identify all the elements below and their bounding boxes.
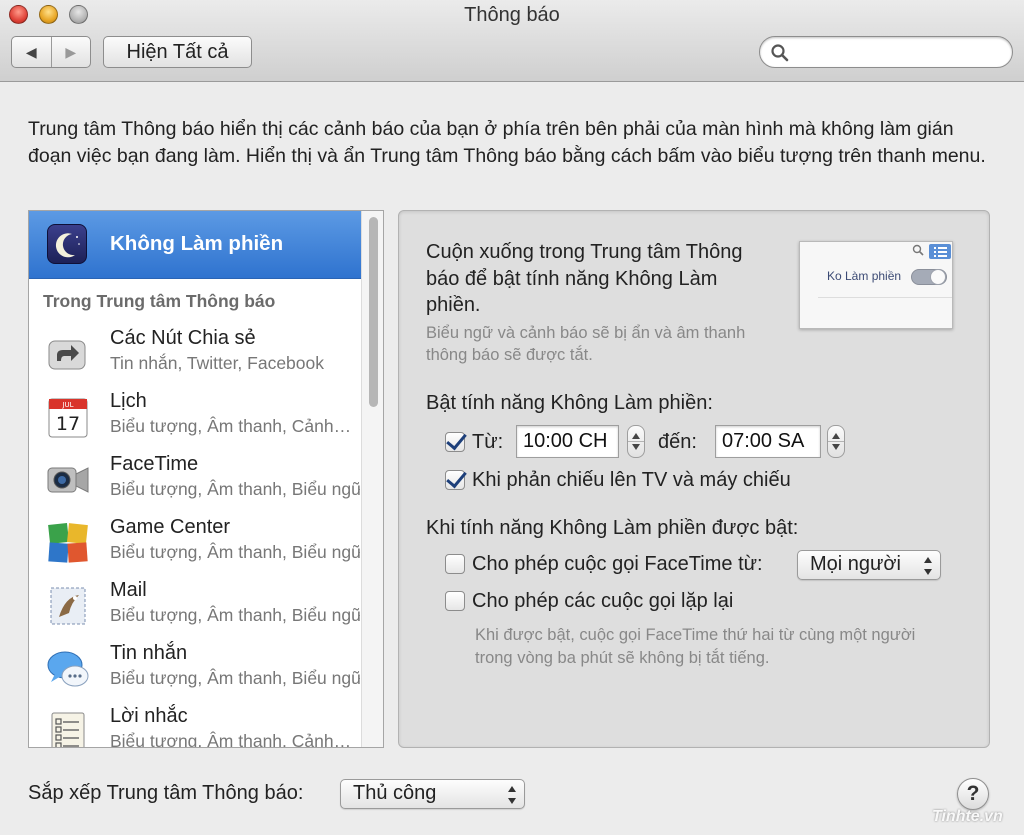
popup-value: Mọi người bbox=[810, 553, 901, 575]
repeat-note: Khi được bật, cuộc gọi FaceTime thứ hai … bbox=[475, 626, 916, 667]
mirroring-label: Khi phản chiếu lên TV và máy chiếu bbox=[472, 469, 791, 491]
description-text: Trung tâm Thông báo hiển thị các cảnh bá… bbox=[28, 118, 986, 167]
forward-arrow-icon: ▶ bbox=[65, 43, 77, 60]
back-forward-control: ◀ ▶ bbox=[11, 36, 91, 68]
window-title: Thông báo bbox=[464, 4, 560, 26]
from-label: Từ: bbox=[472, 431, 504, 453]
intro-text: Cuộn xuống trong Trung tâm Thông báo để … bbox=[426, 241, 743, 316]
app-subtitle: Biểu tượng, Âm thanh, Cảnh… bbox=[110, 416, 352, 436]
window-toolbar: Thông báo ◀ ▶ Hiện Tất cả bbox=[0, 0, 1024, 82]
app-subtitle: Tin nhắn, Twitter, Facebook bbox=[110, 353, 325, 373]
sidebar-item-facetime[interactable]: FaceTime Biểu tượng, Âm thanh, Biểu ngữ bbox=[29, 449, 362, 512]
allow-facetime-label: Cho phép cuộc gọi FaceTime từ: bbox=[472, 553, 763, 575]
to-time-field[interactable]: 07:00 SA bbox=[715, 425, 821, 458]
toggle-knob bbox=[930, 269, 946, 285]
sort-label: Sắp xếp Trung tâm Thông báo: bbox=[28, 782, 304, 804]
sort-order-popup[interactable]: Thủ công bbox=[340, 779, 525, 809]
back-button[interactable]: ◀ bbox=[12, 37, 51, 67]
moon-icon bbox=[47, 224, 87, 264]
sidebar-item-game-center[interactable]: Game Center Biểu tượng, Âm thanh, Biểu n… bbox=[29, 512, 362, 575]
app-list: Không Làm phiền Trong Trung tâm Thông bá… bbox=[28, 210, 384, 748]
list-icon bbox=[929, 244, 951, 259]
app-name: Game Center bbox=[110, 516, 231, 538]
popup-value: Thủ công bbox=[353, 782, 437, 804]
sidebar-item-mail[interactable]: Mail Biểu tượng, Âm thanh, Biểu ngữ bbox=[29, 575, 362, 638]
notification-center-preview: Ko Làm phiền bbox=[799, 241, 953, 329]
sidebar-item-messages[interactable]: Tin nhắn Biểu tượng, Âm thanh, Biểu ngữ bbox=[29, 638, 362, 701]
app-subtitle: Biểu tượng, Âm thanh, Cảnh… bbox=[110, 731, 352, 748]
watermark: Tinhte.vn bbox=[932, 808, 1003, 825]
app-name: Lời nhắc bbox=[110, 705, 188, 727]
calendar-icon: JUL 17 bbox=[48, 398, 88, 438]
sidebar-item-reminders[interactable]: Lời nhắc Biểu tượng, Âm thanh, Cảnh… bbox=[29, 701, 362, 748]
mail-icon bbox=[50, 587, 86, 625]
allow-repeat-label: Cho phép các cuộc gọi lặp lại bbox=[472, 590, 734, 612]
turn-on-header: Bật tính năng Không Làm phiền: bbox=[426, 392, 713, 414]
help-button[interactable]: ? bbox=[957, 778, 989, 810]
scrollbar-thumb[interactable] bbox=[369, 217, 378, 407]
popup-arrows-icon bbox=[924, 557, 932, 575]
from-time-field[interactable]: 10:00 CH bbox=[516, 425, 619, 458]
allow-facetime-popup[interactable]: Mọi người bbox=[797, 550, 941, 580]
from-checkbox[interactable] bbox=[445, 432, 465, 452]
allow-repeat-checkbox[interactable] bbox=[445, 591, 465, 611]
app-subtitle: Biểu tượng, Âm thanh, Biểu ngữ bbox=[110, 542, 360, 562]
search-input[interactable] bbox=[794, 41, 1004, 65]
preview-header bbox=[800, 242, 952, 260]
when-on-header: Khi tính năng Không Làm phiền được bật: bbox=[426, 517, 799, 539]
messages-icon bbox=[47, 651, 89, 687]
search-field[interactable] bbox=[759, 36, 1013, 68]
sidebar-item-share-buttons[interactable]: Các Nút Chia sẻ Tin nhắn, Twitter, Faceb… bbox=[29, 323, 362, 386]
list-scrollbar[interactable] bbox=[361, 211, 383, 747]
search-icon bbox=[771, 44, 789, 62]
do-not-disturb-panel: Cuộn xuống trong Trung tâm Thông báo để … bbox=[398, 210, 990, 748]
app-subtitle: Biểu tượng, Âm thanh, Biểu ngữ bbox=[110, 605, 360, 625]
show-all-button[interactable]: Hiện Tất cả bbox=[103, 36, 252, 68]
from-time-stepper[interactable] bbox=[627, 425, 645, 458]
forward-button[interactable]: ▶ bbox=[50, 37, 91, 67]
sidebar-item-do-not-disturb[interactable]: Không Làm phiền bbox=[29, 211, 362, 279]
facetime-icon bbox=[47, 467, 89, 493]
to-time-stepper[interactable] bbox=[827, 425, 845, 458]
game-center-icon bbox=[48, 523, 88, 563]
app-subtitle: Biểu tượng, Âm thanh, Biểu ngữ bbox=[110, 668, 360, 688]
to-label: đến: bbox=[658, 431, 697, 453]
calendar-icon-day: 17 bbox=[56, 413, 80, 435]
preview-label: Ko Làm phiền bbox=[827, 269, 902, 283]
sidebar-item-calendar[interactable]: JUL 17 Lịch Biểu tượng, Âm thanh, Cảnh… bbox=[29, 386, 362, 449]
reminders-icon bbox=[51, 712, 85, 747]
calendar-icon-month: JUL bbox=[61, 401, 73, 409]
search-icon bbox=[912, 244, 924, 256]
sidebar-item-label: Không Làm phiền bbox=[110, 232, 284, 255]
app-name: Tin nhắn bbox=[110, 642, 188, 664]
app-name: FaceTime bbox=[110, 453, 199, 475]
section-header: Trong Trung tâm Thông báo bbox=[43, 291, 276, 311]
app-subtitle: Biểu tượng, Âm thanh, Biểu ngữ bbox=[110, 479, 360, 499]
app-name: Lịch bbox=[110, 390, 147, 412]
app-name: Mail bbox=[110, 579, 147, 601]
divider bbox=[818, 297, 952, 298]
preview-toggle bbox=[911, 269, 947, 285]
share-icon bbox=[48, 340, 86, 370]
app-name: Các Nút Chia sẻ bbox=[110, 327, 256, 349]
allow-facetime-checkbox[interactable] bbox=[445, 554, 465, 574]
back-arrow-icon: ◀ bbox=[25, 43, 37, 60]
mirroring-checkbox[interactable] bbox=[445, 470, 465, 490]
popup-arrows-icon bbox=[508, 786, 516, 804]
intro-note: Biểu ngữ và cảnh báo sẽ bị ẩn và âm than… bbox=[426, 324, 746, 364]
